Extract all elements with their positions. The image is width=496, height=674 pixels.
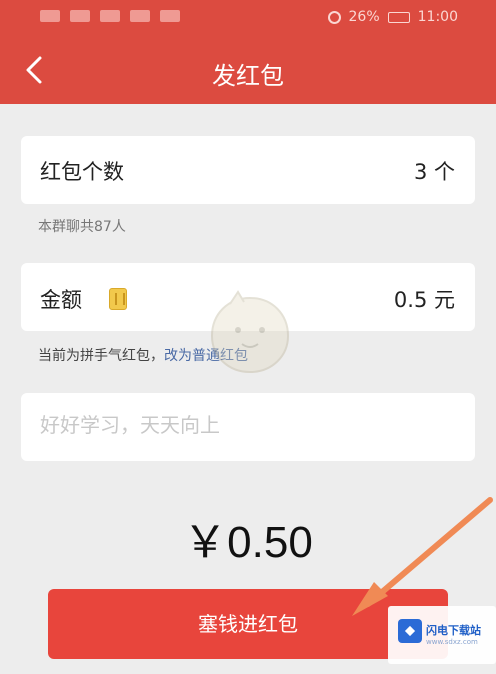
annotation-arrow (352, 497, 493, 616)
nav-bar: 发红包 (0, 38, 496, 104)
signal-icon (70, 10, 90, 22)
alarm-icon (327, 10, 341, 24)
amount-label: 金额 (40, 288, 82, 312)
packet-count-row[interactable]: 红包个数 3 个 (21, 136, 475, 204)
greeting-card (21, 393, 475, 461)
amount-value[interactable]: 0.5 元 (394, 284, 455, 314)
mascot-watermark-icon (210, 290, 290, 374)
status-left-icons (40, 10, 180, 22)
status-bar: 26% 11:00 (0, 0, 496, 38)
site-watermark: 闪电下载站 www.sdxz.com (388, 606, 496, 664)
status-time: 11:00 (417, 9, 458, 25)
hd-icon (40, 10, 60, 22)
mode-hint-text: 当前为拼手气红包， (38, 348, 164, 364)
lucky-mode-pin-icon (109, 288, 127, 310)
status-right: 26% 11:00 (327, 9, 458, 25)
watermark-sub: www.sdxz.com (426, 638, 478, 646)
greeting-input[interactable] (40, 413, 450, 437)
battery-percent: 26% (348, 9, 380, 25)
battery-icon (387, 11, 410, 23)
signal-icon (100, 10, 120, 22)
page-title: 发红包 (212, 62, 284, 90)
packet-count-label: 红包个数 (40, 160, 124, 184)
site-logo-icon (398, 619, 422, 643)
wifi-icon (130, 10, 150, 22)
packet-count-value[interactable]: 3 个 (414, 156, 455, 186)
watermark-text: 闪电下载站 (426, 624, 481, 637)
eye-icon (160, 10, 180, 22)
members-hint: 本群聊共87人 (38, 219, 126, 235)
